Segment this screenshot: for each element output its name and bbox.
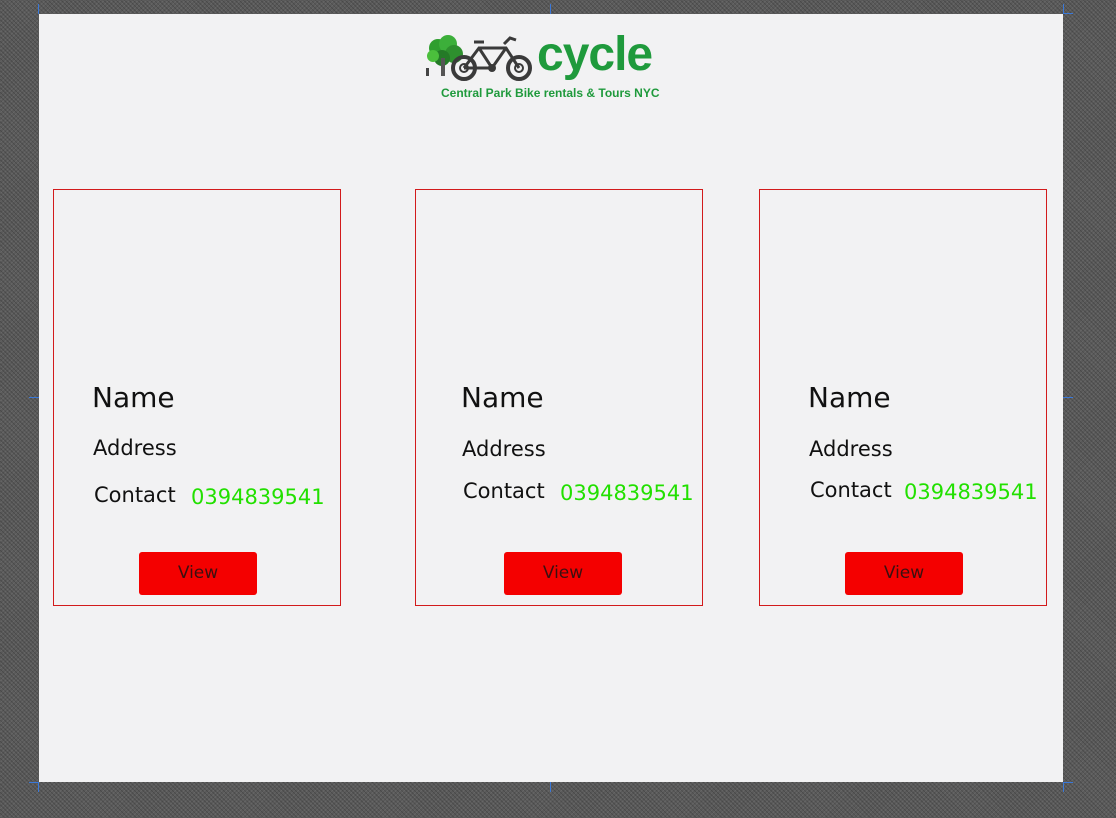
guide-mark — [550, 4, 551, 14]
logo-tagline: Central Park Bike rentals & Tours NYC — [441, 86, 660, 100]
guide-mark — [550, 782, 551, 792]
listing-card: Name Address Contact 0394839541 View — [759, 189, 1047, 606]
card-contact-label: Contact — [463, 479, 545, 503]
guide-mark — [1063, 782, 1064, 792]
guide-mark — [38, 782, 39, 792]
guide-mark — [1063, 13, 1073, 14]
card-name: Name — [92, 381, 175, 414]
card-address: Address — [809, 437, 893, 461]
guide-mark — [38, 4, 39, 14]
card-name: Name — [808, 381, 891, 414]
guide-mark — [1063, 397, 1073, 398]
guide-mark — [1063, 782, 1073, 783]
logo[interactable]: cycle Central Park Bike rentals & Tours … — [424, 28, 672, 104]
view-button[interactable]: View — [139, 552, 257, 595]
guide-mark — [29, 397, 39, 398]
listing-card: Name Address Contact 0394839541 View — [53, 189, 341, 606]
card-address: Address — [93, 436, 177, 460]
view-button[interactable]: View — [504, 552, 622, 595]
card-contact-value: 0394839541 — [560, 481, 694, 505]
view-button[interactable]: View — [845, 552, 963, 595]
card-name: Name — [461, 381, 544, 414]
card-address: Address — [462, 437, 546, 461]
card-contact-label: Contact — [94, 483, 176, 507]
card-contact-label: Contact — [810, 478, 892, 502]
logo-word: cycle — [537, 28, 653, 81]
card-contact-value: 0394839541 — [904, 480, 1038, 504]
listing-card: Name Address Contact 0394839541 View — [415, 189, 703, 606]
card-contact-value: 0394839541 — [191, 485, 325, 509]
